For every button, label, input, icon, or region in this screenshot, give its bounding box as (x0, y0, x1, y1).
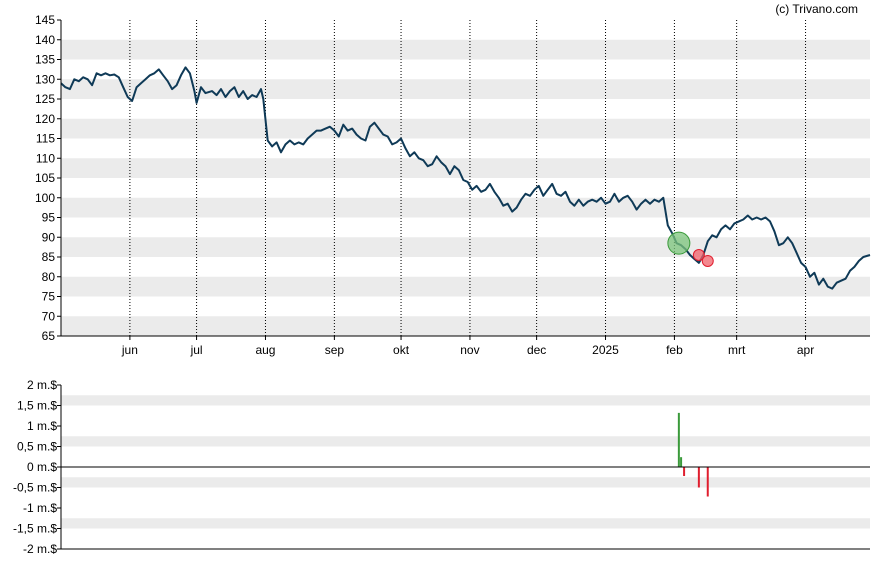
price-grid-band (61, 316, 870, 336)
x-tick-label: okt (393, 343, 410, 357)
y-tick-label: 135 (35, 53, 55, 67)
y-tick-label: 90 (42, 230, 56, 244)
y-tick-label: 120 (35, 112, 55, 126)
price-grid-band (61, 158, 870, 178)
x-tick-label: nov (460, 343, 479, 357)
x-tick-label: apr (797, 343, 814, 357)
volume-grid-band (61, 477, 870, 488)
y-tick-label: -1,5 m.$ (13, 522, 57, 536)
stock-chart: 65 70 75 80 85 90 95 100 105 110 115 120 125 130 135 14… (0, 0, 888, 565)
x-tick-label: feb (666, 343, 683, 357)
y-tick-label: -2 m.$ (23, 542, 57, 556)
x-tick-label: jun (121, 343, 138, 357)
x-tick-label: aug (255, 343, 275, 357)
price-grid-band (61, 276, 870, 297)
volume-grid-band (61, 518, 870, 529)
volume-grid-band (61, 436, 870, 447)
price-grid-band (61, 39, 870, 60)
sell-marker (701, 254, 714, 267)
y-tick-label: 0 m.$ (27, 460, 57, 474)
y-tick-label: 100 (35, 191, 55, 205)
x-tick-label: 2025 (592, 343, 619, 357)
buy-marker (667, 231, 691, 255)
x-tick-label: jul (190, 343, 203, 357)
price-grid-band (61, 197, 870, 218)
y-tick-label: -0,5 m.$ (13, 481, 57, 495)
y-tick-label: 140 (35, 33, 55, 47)
price-grid-bands (61, 39, 870, 336)
y-tick-label: 1 m.$ (27, 419, 57, 433)
y-tick-label: 125 (35, 92, 55, 106)
y-tick-label: 115 (36, 132, 55, 146)
y-tick-label: -1 m.$ (23, 501, 57, 515)
y-tick-label: 95 (42, 211, 56, 225)
y-tick-label: 145 (35, 13, 55, 27)
y-tick-label: 0,5 m.$ (17, 440, 57, 454)
price-grid-band (61, 237, 870, 257)
y-tick-label: 75 (42, 290, 56, 304)
x-tick-label: sep (325, 343, 345, 357)
x-tick-label: mrt (728, 343, 746, 357)
y-tick-label: 70 (42, 309, 56, 323)
y-tick-label: 65 (42, 329, 56, 343)
volume-grid-bands (61, 395, 870, 529)
price-grid-band (61, 79, 870, 99)
y-tick-label: 1,5 m.$ (17, 399, 57, 413)
y-tick-label: 80 (42, 270, 56, 284)
price-y-tick-labels: 65 70 75 80 85 90 95 100 105 110 115 120 125 130 135 14… (35, 13, 55, 343)
y-tick-label: 105 (35, 171, 55, 185)
y-tick-label: 85 (42, 250, 56, 264)
y-tick-label: 130 (35, 72, 55, 86)
y-tick-label: 2 m.$ (27, 378, 57, 392)
volume-y-tick-labels: 2 m.$ 1,5 m.$ 1 m.$ 0,5 m.$ 0 m.$ -0,5 m.$ -1 … (13, 378, 57, 556)
volume-grid-band (61, 395, 870, 406)
price-grid-band (61, 118, 870, 139)
month-tick-labels: jun jul aug sep okt nov dec 2025 feb mrt apr (121, 343, 814, 357)
x-tick-label: dec (527, 343, 546, 357)
chart-credit: (c) Trivano.com (775, 2, 858, 16)
chart-canvas: 65 70 75 80 85 90 95 100 105 110 115 120 125 130 135 14… (13, 2, 871, 556)
y-tick-label: 110 (36, 151, 55, 165)
